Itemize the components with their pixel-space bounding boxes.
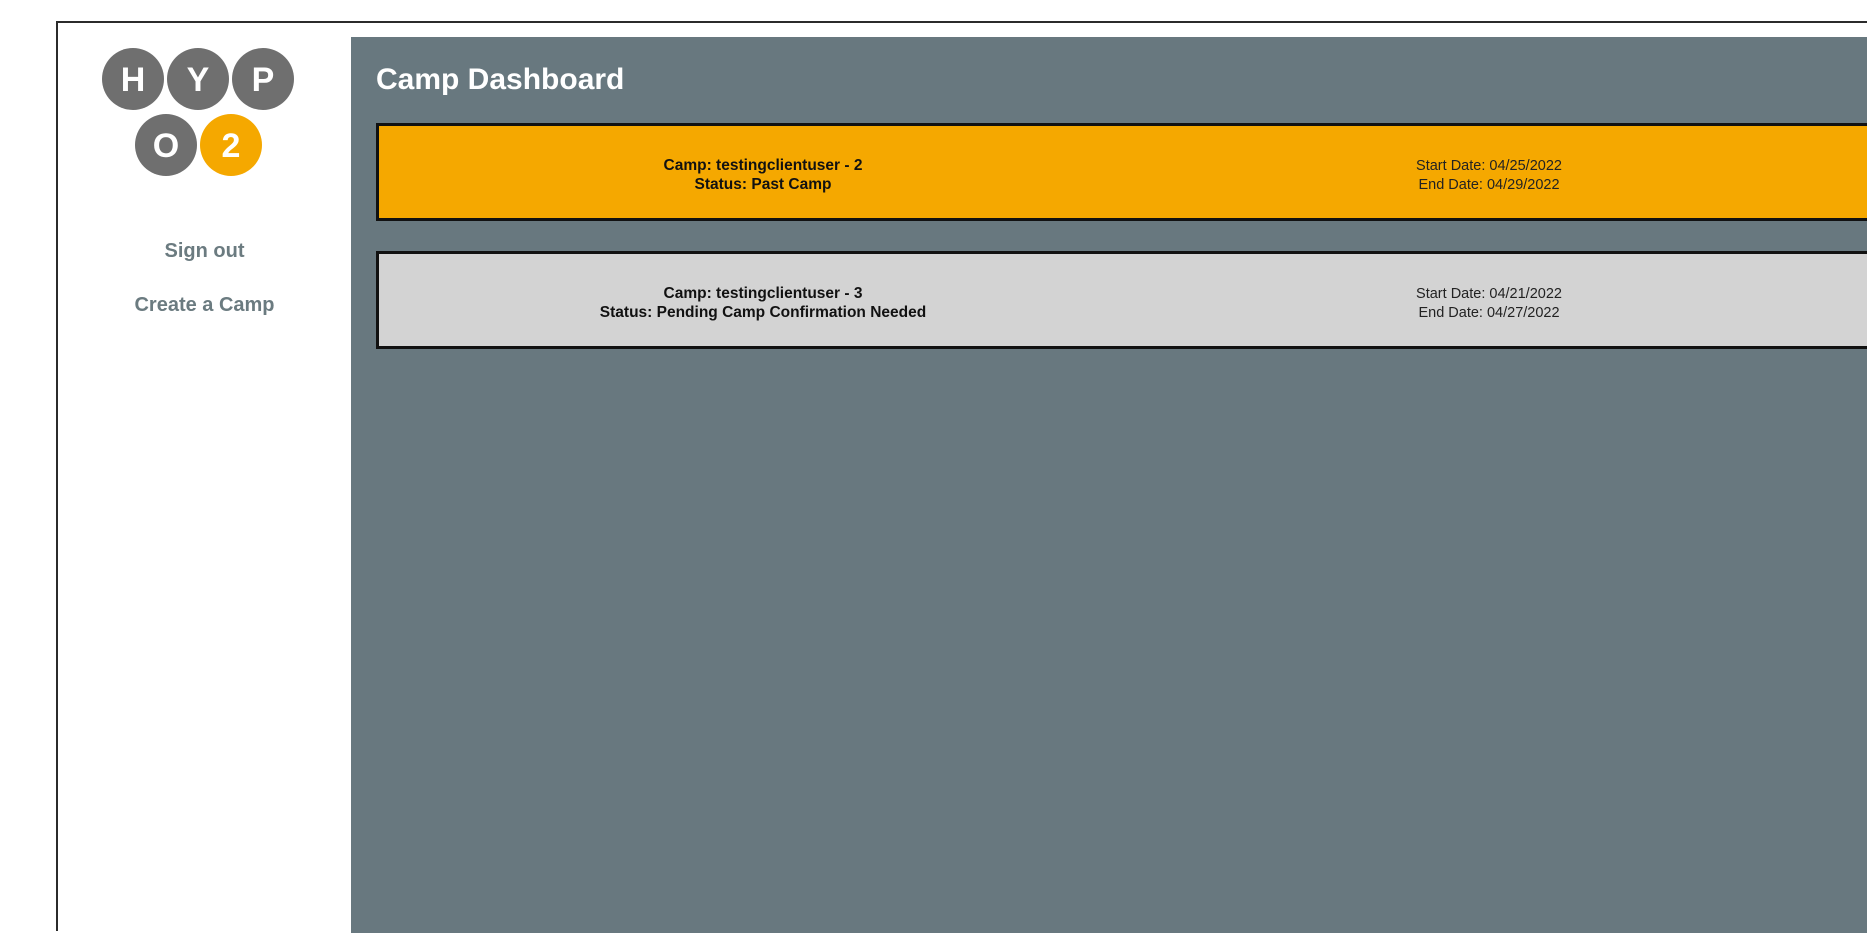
camp-name: Camp: testingclientuser - 3 [663,285,863,302]
camp-end-date: End Date: 04/27/2022 [1418,305,1560,321]
create-camp-link[interactable]: Create a Camp [58,294,351,317]
camp-end-date: End Date: 04/29/2022 [1418,177,1560,193]
camp-info: Camp: testingclientuser - 2 Status: Past… [379,156,1147,194]
logo-letter-p: P [252,61,275,99]
camp-status: Status: Past Camp [694,176,832,193]
logo-letter-h: H [121,61,146,99]
page-title: Camp Dashboard [376,63,625,96]
camp-card[interactable]: Camp: testingclientuser - 2 Status: Past… [376,123,1867,221]
dashboard-main: Camp Dashboard Camp: testingclientuser -… [351,37,1867,933]
camp-start-date: Start Date: 04/25/2022 [1416,158,1562,174]
logo-letter-2: 2 [222,127,241,165]
camp-name: Camp: testingclientuser - 2 [663,157,863,174]
camp-dates: Start Date: 04/21/2022 End Date: 04/27/2… [1389,285,1589,323]
camp-info: Camp: testingclientuser - 3 Status: Pend… [379,284,1147,322]
camp-start-date: Start Date: 04/21/2022 [1416,286,1562,302]
camp-dates: Start Date: 04/25/2022 End Date: 04/29/2… [1389,157,1589,195]
logo-letter-y: Y [187,61,210,99]
camp-card[interactable]: Camp: testingclientuser - 3 Status: Pend… [376,251,1867,349]
camp-status: Status: Pending Camp Confirmation Needed [599,304,927,321]
logo-letter-o: O [153,127,179,165]
sign-out-link[interactable]: Sign out [58,240,351,263]
sidebar: H Y P O 2 Sign out Create a Camp [58,23,351,931]
app-frame: H Y P O 2 Sign out Create a Camp Camp Da… [56,21,1867,933]
hypo2-logo[interactable]: H Y P O 2 [101,41,321,201]
